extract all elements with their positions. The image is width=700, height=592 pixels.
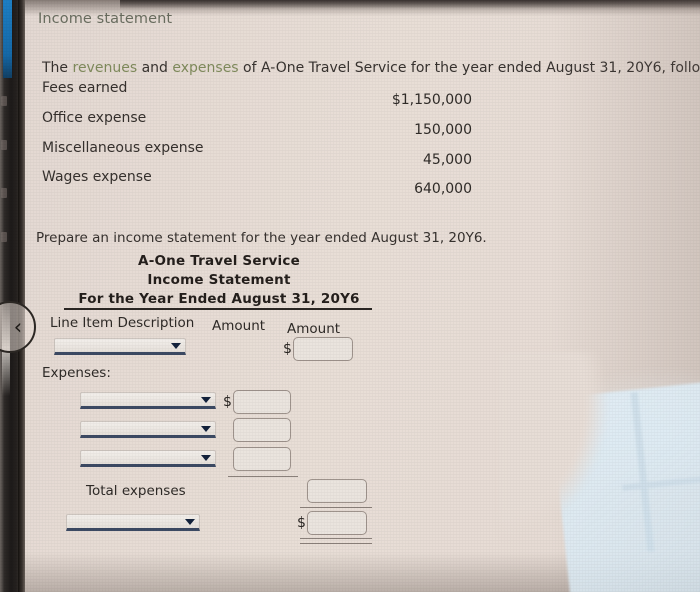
input-net-income[interactable] — [307, 511, 367, 535]
chevron-down-icon — [201, 397, 211, 403]
intro-segment-2: and — [137, 60, 173, 76]
dropdown-expense-line-1[interactable] — [80, 392, 216, 409]
input-expense-amount-2[interactable] — [233, 418, 291, 442]
chevron-down-icon — [185, 519, 195, 525]
dropdown-revenue-line[interactable] — [54, 338, 186, 355]
glossary-link-revenues[interactable]: revenues — [73, 60, 138, 76]
given-row-label: Wages expense — [42, 169, 152, 185]
given-row-amount: $1,150,000 — [391, 92, 472, 108]
given-row-amount: 640,000 — [414, 181, 472, 197]
currency-symbol: $ — [297, 515, 306, 531]
given-row-amount: 150,000 — [414, 122, 472, 138]
task-prompt: Prepare an income statement for the year… — [36, 230, 487, 246]
chevron-down-icon — [171, 343, 181, 349]
question-intro: The revenues and expenses of A-One Trave… — [42, 60, 700, 76]
dropdown-expense-line-2[interactable] — [80, 421, 216, 438]
given-row-amount: 45,000 — [423, 152, 472, 168]
dropdown-net-income-line[interactable] — [66, 514, 200, 531]
bezel-marking — [1, 188, 7, 198]
given-row: Fees earned $1,150,000 — [22, 80, 700, 108]
currency-symbol: $ — [283, 341, 292, 357]
input-total-expenses[interactable] — [307, 479, 367, 503]
photo-of-monitor: Income statement The revenues and expens… — [0, 0, 700, 592]
monitor-bezel-inner-edge — [18, 0, 25, 592]
statement-heading: A-One Travel Service Income Statement Fo… — [64, 252, 374, 309]
chevron-left-icon: ‹ — [13, 314, 23, 339]
given-row: Wages expense 640,000 — [22, 169, 700, 197]
statement-period: For the Year Ended August 31, 20Y6 — [78, 291, 360, 307]
given-row-label: Miscellaneous expense — [42, 140, 204, 156]
page-title: Income statement — [38, 11, 173, 27]
statement-company: A-One Travel Service — [138, 253, 300, 269]
statement-report-title: Income Statement — [147, 272, 291, 288]
bezel-marking — [1, 232, 7, 242]
label-total-expenses: Total expenses — [86, 483, 186, 499]
bezel-marking — [1, 140, 7, 150]
given-row-label: Office expense — [42, 110, 147, 126]
currency-symbol: $ — [223, 394, 232, 410]
input-expense-amount-3[interactable] — [233, 447, 291, 471]
input-expense-amount-1[interactable] — [233, 390, 291, 414]
total-expenses-rule — [300, 507, 372, 508]
column-header-description: Line Item Description — [50, 315, 195, 331]
expense-subtotal-rule — [228, 476, 298, 477]
chevron-down-icon — [201, 455, 211, 461]
intro-segment-0: The — [42, 60, 73, 76]
given-row-label: Fees earned — [42, 80, 128, 96]
intro-segment-4: of A-One Travel Service for the year end… — [238, 60, 700, 76]
column-header-amount-2: Amount — [287, 321, 341, 337]
input-revenue-amount[interactable] — [293, 337, 353, 361]
worksheet-content: Income statement The revenues and expens… — [22, 0, 700, 592]
net-income-double-rule — [300, 538, 372, 544]
bezel-marking — [1, 96, 7, 106]
glossary-link-expenses[interactable]: expenses — [172, 60, 238, 76]
section-label-expenses: Expenses: — [42, 365, 111, 381]
column-header-amount-1: Amount — [212, 318, 266, 334]
given-row: Office expense 150,000 — [22, 110, 700, 138]
given-row: Miscellaneous expense 45,000 — [22, 140, 700, 168]
dropdown-expense-line-3[interactable] — [80, 450, 216, 467]
statement-header-rule — [64, 308, 372, 310]
bezel-blue-accent — [3, 0, 12, 78]
chevron-down-icon — [201, 426, 211, 432]
